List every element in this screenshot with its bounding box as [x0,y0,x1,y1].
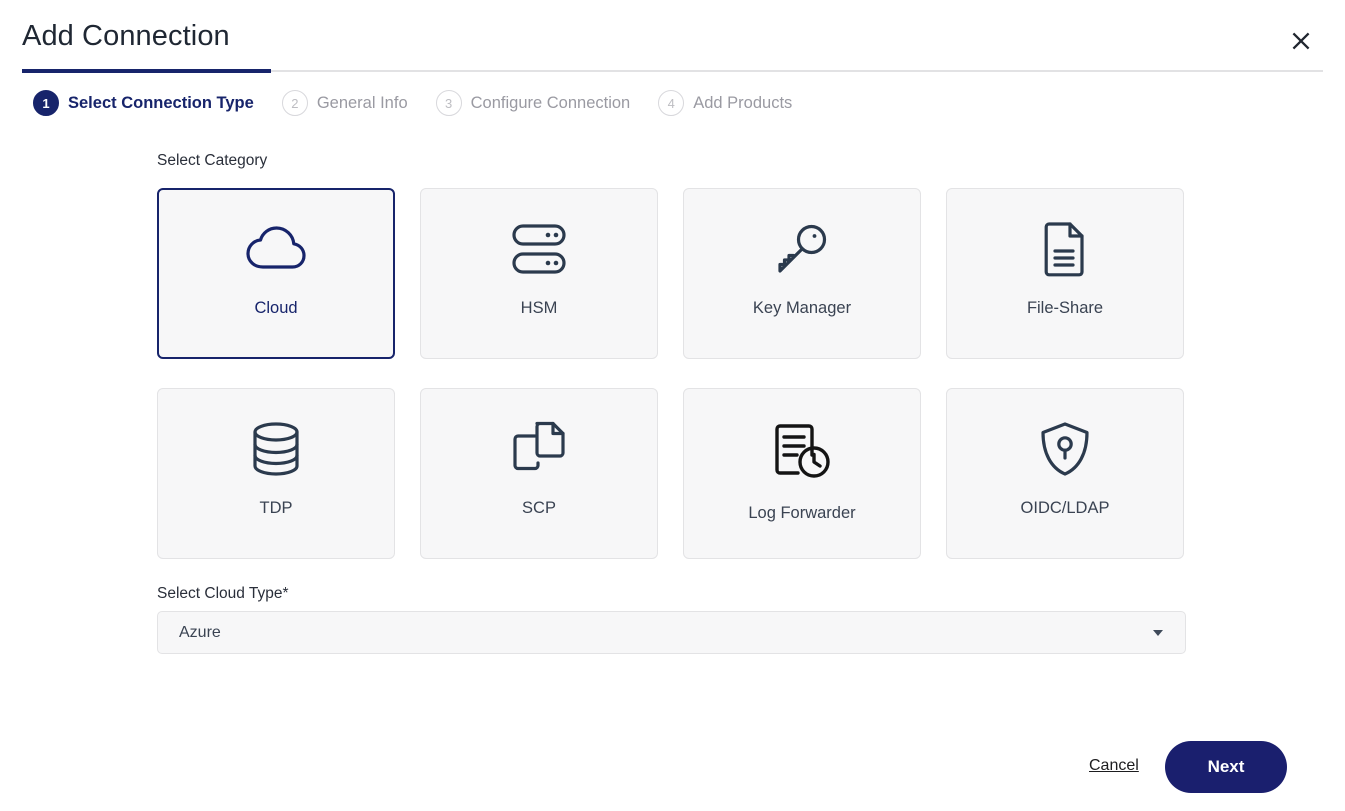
category-card-scp[interactable]: SCP [420,388,658,559]
step-label-1: Select Connection Type [68,93,254,112]
cloud-type-select-wrapper: Azure [157,611,1186,654]
step-label-4: Add Products [693,93,793,112]
category-label-hsm: HSM [520,299,558,317]
step-configure-connection[interactable]: 3 Configure Connection [435,90,631,116]
server-rack-icon [510,217,568,281]
category-label-file-share: File-Share [1026,299,1104,317]
step-label-2: General Info [316,93,408,112]
step-number-3: 3 [435,90,462,116]
add-connection-dialog: Add Connection 1 Select Connection Type … [0,0,1345,811]
close-icon [1290,30,1312,52]
page-title: Add Connection [22,20,230,52]
category-card-tdp[interactable]: TDP [157,388,395,559]
step-select-connection-type[interactable]: 1 Select Connection Type [33,90,254,116]
category-card-file-share[interactable]: File-Share [946,188,1184,359]
document-icon [1042,217,1088,281]
active-tab-underline [22,69,271,73]
category-label-cloud: Cloud [254,299,298,317]
category-card-oidc-ldap[interactable]: OIDC/LDAP [946,388,1184,559]
category-label-tdp: TDP [259,499,293,517]
category-label-key-manager: Key Manager [752,299,852,317]
dialog-header: Add Connection [0,0,1345,72]
step-add-products[interactable]: 4 Add Products [658,90,792,116]
wizard-stepper: 1 Select Connection Type 2 General Info … [33,90,820,116]
category-label-log-forwarder: Log Forwarder [748,504,856,522]
cloud-icon [244,217,308,281]
category-label-scp: SCP [522,499,556,517]
category-card-log-forwarder[interactable]: Log Forwarder [683,388,921,559]
category-card-cloud[interactable]: Cloud [157,188,395,359]
next-button[interactable]: Next [1165,741,1287,793]
cloud-type-select[interactable]: Azure [157,611,1186,654]
step-label-3: Configure Connection [470,93,631,112]
shield-key-icon [1038,417,1092,481]
database-icon [250,417,302,481]
log-clock-icon [771,417,833,487]
select-cloud-type-label: Select Cloud Type* [157,585,289,602]
close-button[interactable] [1284,24,1318,58]
step-number-2: 2 [281,90,308,116]
key-icon [774,217,830,281]
cancel-button[interactable]: Cancel [1089,757,1139,775]
category-label-oidc-ldap: OIDC/LDAP [1020,499,1110,517]
step-general-info[interactable]: 2 General Info [281,90,408,116]
cloud-type-selected-value: Azure [179,623,221,641]
select-category-label: Select Category [157,152,268,169]
step-number-4: 4 [658,90,685,116]
category-card-hsm[interactable]: HSM [420,188,658,359]
step-number-1: 1 [33,90,59,116]
chevron-down-icon [1153,629,1163,636]
copy-files-icon [511,417,567,481]
category-card-key-manager[interactable]: Key Manager [683,188,921,359]
category-card-grid: Cloud HSM Key Manager File-Share TDP SCP… [157,188,1186,559]
